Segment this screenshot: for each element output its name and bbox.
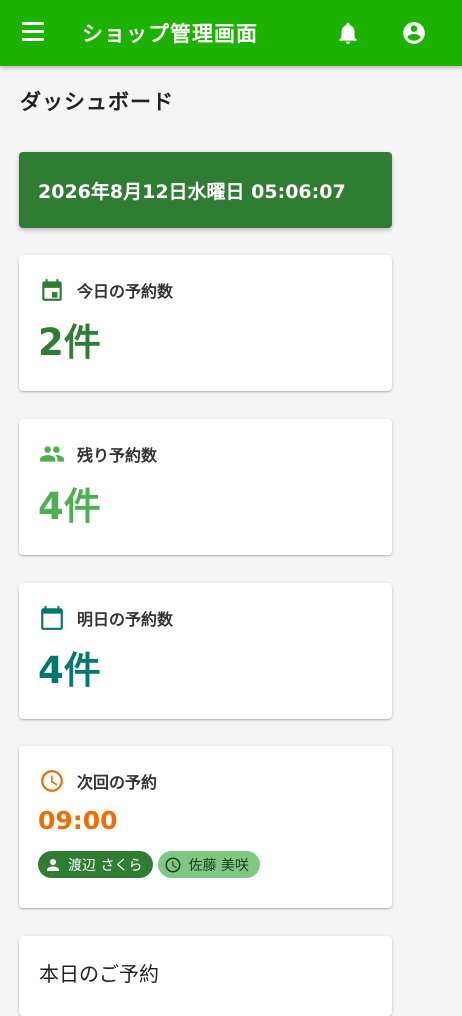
chip-label: 渡辺 さくら bbox=[68, 857, 143, 874]
remaining-reservations-card: 残り予約数 4件 bbox=[19, 419, 392, 555]
next-reservation-card: 次回の予約 09:00 渡辺 さくら 佐藤 美咲 bbox=[19, 746, 392, 908]
person-icon bbox=[47, 858, 59, 871]
app-bar: ショップ管理画面 bbox=[0, 0, 462, 66]
app-title: ショップ管理画面 bbox=[82, 22, 258, 46]
card-label: 残り予約数 bbox=[77, 446, 158, 465]
card-label: 次回の予約 bbox=[77, 773, 158, 792]
calendar-today-icon bbox=[42, 279, 62, 301]
people-icon bbox=[40, 446, 64, 462]
chip-label: 佐藤 美咲 bbox=[188, 857, 249, 874]
next-reservation-time: 09:00 bbox=[38, 806, 118, 835]
clock-icon bbox=[165, 857, 181, 872]
tomorrow-count: 4件 bbox=[38, 649, 101, 692]
next-reservation-chips: 渡辺 さくら 佐藤 美咲 bbox=[38, 851, 265, 878]
customer-chip[interactable]: 渡辺 さくら bbox=[38, 851, 154, 878]
section-title: 本日のご予約 bbox=[39, 962, 159, 986]
staff-chip[interactable]: 佐藤 美咲 bbox=[158, 851, 260, 878]
current-datetime: 2026年8月12日水曜日 05:06:07 bbox=[38, 180, 346, 203]
page-title: ダッシュボード bbox=[20, 90, 174, 114]
today-reservations-list-card: 本日のご予約 bbox=[19, 936, 392, 1016]
card-label: 今日の予約数 bbox=[77, 282, 174, 301]
bell-icon[interactable] bbox=[335, 20, 361, 46]
today-reservations-card: 今日の予約数 2件 bbox=[19, 255, 392, 391]
calendar-icon bbox=[41, 606, 63, 630]
card-label: 明日の予約数 bbox=[77, 610, 174, 629]
clock-icon bbox=[41, 770, 63, 792]
account-circle-icon[interactable] bbox=[401, 20, 427, 46]
datetime-banner: 2026年8月12日水曜日 05:06:07 bbox=[19, 152, 392, 228]
tomorrow-reservations-card: 明日の予約数 4件 bbox=[19, 583, 392, 719]
today-count: 2件 bbox=[38, 321, 101, 364]
remaining-count: 4件 bbox=[38, 485, 101, 528]
menu-icon[interactable] bbox=[22, 22, 46, 44]
